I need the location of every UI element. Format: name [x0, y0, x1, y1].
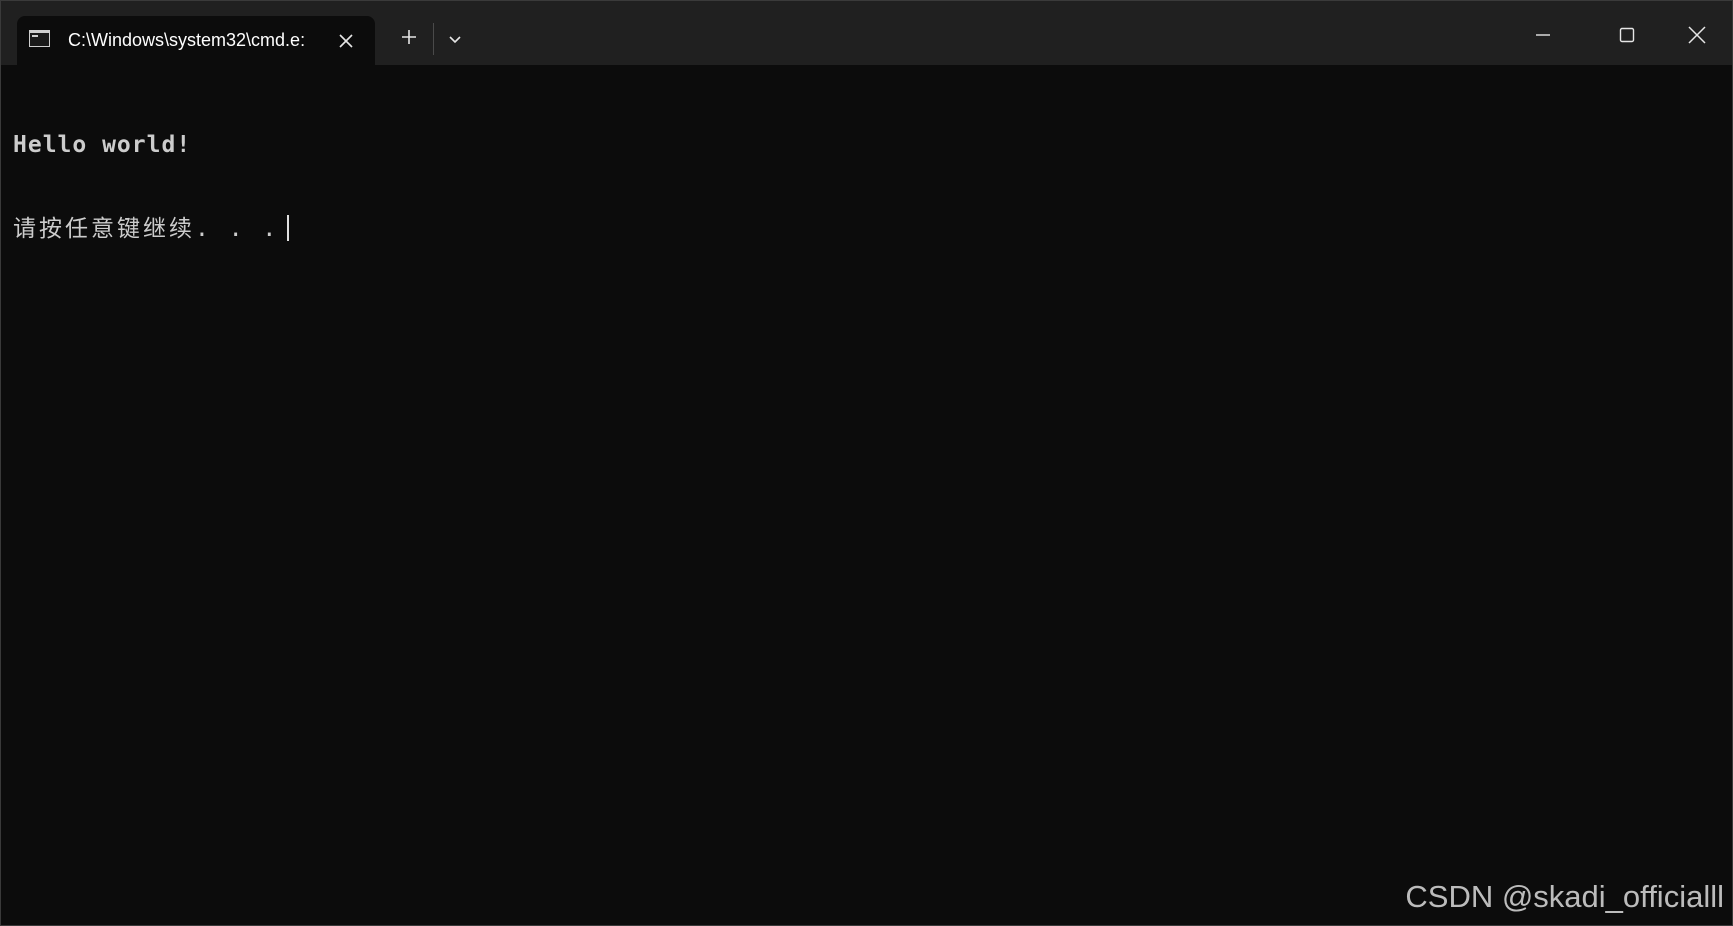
output-line: 请按任意键继续. . . [13, 215, 1713, 243]
minimize-icon [1536, 34, 1550, 36]
tab-cmd[interactable]: C:\Windows\system32\cmd.e: [17, 16, 375, 65]
terminal-icon [29, 30, 50, 47]
output-line: Hello world! [13, 132, 192, 158]
plus-icon [402, 30, 416, 44]
chevron-down-icon [449, 36, 461, 44]
title-bar[interactable]: C:\Windows\system32\cmd.e: [1, 1, 1732, 65]
tab-separator [433, 23, 434, 55]
close-window-button[interactable] [1677, 15, 1717, 55]
new-tab-button[interactable] [395, 23, 423, 51]
watermark: CSDN @skadi_officialll [1405, 879, 1724, 914]
maximize-icon [1619, 27, 1635, 43]
tab-title: C:\Windows\system32\cmd.e: [68, 30, 306, 50]
tab-dropdown-button[interactable] [441, 25, 469, 53]
close-icon [1688, 26, 1706, 44]
text-cursor [287, 215, 290, 241]
minimize-button[interactable] [1523, 15, 1563, 55]
tab-close-button[interactable] [333, 28, 359, 54]
terminal-output[interactable]: Hello world! 请按任意键继续. . . [13, 75, 1713, 895]
terminal-window: C:\Windows\system32\cmd.e: Hello world! … [0, 0, 1733, 926]
maximize-button[interactable] [1607, 15, 1647, 55]
prompt-text: 请按任意键继续. . . [13, 216, 280, 242]
close-icon [339, 34, 353, 48]
